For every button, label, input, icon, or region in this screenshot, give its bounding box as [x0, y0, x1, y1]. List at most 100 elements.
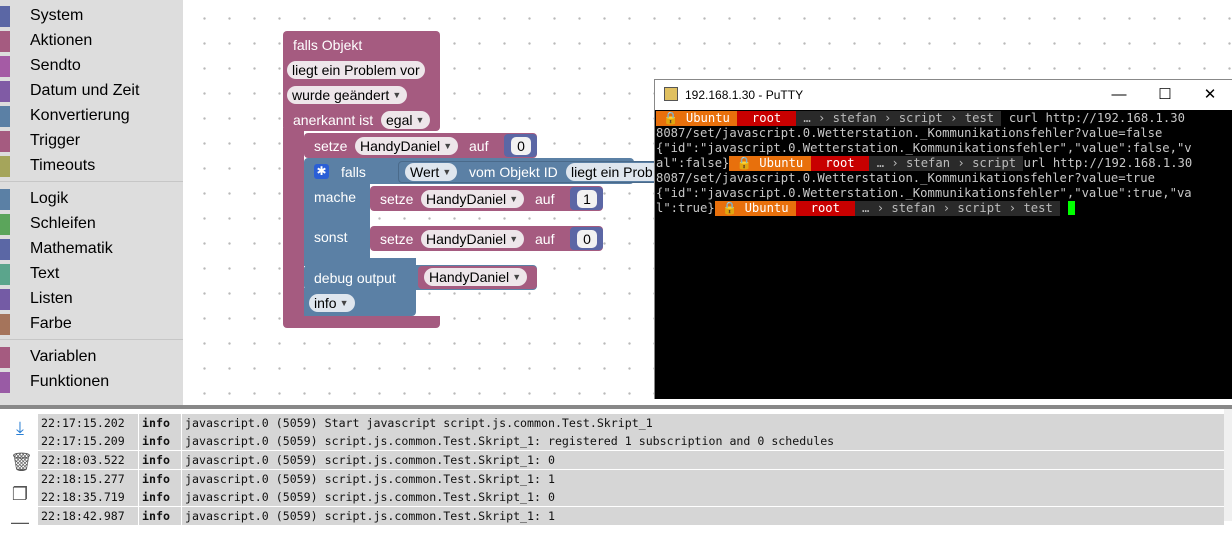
variable-dropdown[interactable]: HandyDaniel ▼: [421, 190, 525, 208]
category-schleifen[interactable]: Schleifen: [0, 212, 183, 237]
category-label: Sendto: [30, 57, 81, 74]
variable-dropdown[interactable]: HandyDaniel ▼: [424, 268, 528, 286]
category-trigger[interactable]: Trigger: [0, 129, 183, 154]
prompt-os-segment: 🔒 Ubuntu: [729, 156, 811, 171]
trash-icon[interactable]: 🗑: [10, 451, 33, 473]
copy-icon[interactable]: ❐: [10, 483, 30, 505]
variable-dropdown[interactable]: HandyDaniel ▼: [355, 137, 459, 155]
scroll-down-icon[interactable]: ⤓: [10, 417, 30, 439]
category-color-swatch: [0, 131, 10, 152]
terminal-output-text: l":true}: [656, 201, 715, 215]
chevron-down-icon: ▼: [512, 272, 522, 282]
log-row: 22:18:15.277 info javascript.0 (5059) scri…: [38, 470, 1224, 488]
log-source: javascript.0 (5059): [185, 416, 318, 430]
prompt-dir: test: [964, 111, 995, 125]
log-row: 22:18:42.987 info javascript.0 (5059) scri…: [38, 507, 1224, 525]
variable-dropdown[interactable]: HandyDaniel ▼: [421, 230, 525, 248]
category-system[interactable]: System: [0, 4, 183, 29]
category-label: Funktionen: [30, 373, 110, 390]
category-datum-und-zeit[interactable]: Datum und Zeit: [0, 79, 183, 104]
minimize-icon[interactable]: —: [1096, 80, 1142, 110]
chevron-down-icon: ▼: [392, 90, 402, 100]
putty-titlebar[interactable]: 192.168.1.30 - PuTTY — ☐ ✕: [655, 80, 1232, 110]
log-message: Start javascript script.js.common.Test.S…: [324, 416, 653, 430]
terminal-output-text: al":false}: [656, 156, 730, 170]
prompt-dir: script: [898, 111, 943, 125]
log-scrollbar[interactable]: [1224, 409, 1232, 521]
category-color-swatch: [0, 347, 10, 368]
value-dropdown[interactable]: Wert ▼: [405, 163, 458, 181]
category-label: Aktionen: [30, 32, 93, 49]
prompt-user-segment: root: [795, 201, 855, 216]
log-level: info: [139, 414, 181, 432]
trigger-condition-dropdown[interactable]: liegt ein Problem vor: [287, 61, 425, 79]
prompt-path-segment: … › stefan › script › test: [795, 111, 1002, 126]
log-level: info: [139, 432, 181, 450]
prompt-user-segment: root: [810, 156, 870, 171]
category-color-swatch: [0, 106, 10, 127]
trigger-condition-text: liegt ein Problem vor: [292, 62, 420, 78]
prompt-path-segment: … › stefan › script: [869, 156, 1024, 171]
number-value[interactable]: 1: [577, 190, 597, 208]
log-source: javascript.0 (5059): [185, 453, 318, 467]
category-label: Trigger: [30, 132, 81, 149]
log-toolbar: ⤓ 🗑 ❐ —: [0, 409, 38, 532]
terminal-output[interactable]: 🔒 Ubuntu root … › stefan › script › test…: [656, 111, 1232, 399]
category-farbe[interactable]: Farbe: [0, 312, 183, 337]
category-logik[interactable]: Logik: [0, 187, 183, 212]
category-aktionen[interactable]: Aktionen: [0, 29, 183, 54]
log-message: script.js.common.Test.Skript_1: 1: [324, 472, 555, 486]
ack-dropdown[interactable]: egal ▼: [381, 111, 431, 129]
log-level: info: [139, 451, 181, 469]
prompt-os: Ubuntu: [759, 156, 804, 170]
chevron-down-icon: ▼: [509, 234, 519, 244]
close-icon[interactable]: ✕: [1187, 80, 1232, 110]
prompt-path-segment: … › stefan › script › test: [854, 201, 1061, 216]
set-label: setze: [380, 191, 414, 207]
log-source: javascript.0 (5059): [185, 472, 318, 486]
prompt-dir: script: [957, 201, 1002, 215]
category-listen[interactable]: Listen: [0, 287, 183, 312]
category-variablen[interactable]: Variablen: [0, 345, 183, 370]
log-row: 22:17:15.202 info javascript.0 (5059) Star…: [38, 414, 1224, 432]
category-text[interactable]: Text: [0, 262, 183, 287]
prompt-dir: stefan: [832, 111, 877, 125]
terminal-line: al":false} 🔒 Ubuntu root … › stefan › sc…: [656, 156, 1232, 171]
category-label: Farbe: [30, 315, 72, 332]
number-value[interactable]: 0: [577, 230, 597, 248]
maximize-icon[interactable]: ☐: [1142, 80, 1188, 110]
category-konvertierung[interactable]: Konvertierung: [0, 104, 183, 129]
auf-label: auf: [535, 231, 555, 247]
log-row: 22:18:03.522 info javascript.0 (5059) scri…: [38, 451, 1224, 469]
category-label: Mathematik: [30, 240, 113, 257]
log-message: script.js.common.Test.Skript_1: register…: [324, 434, 835, 448]
category-color-swatch: [0, 189, 10, 210]
gear-icon[interactable]: ✱: [314, 164, 329, 179]
log-source: javascript.0 (5059): [185, 490, 318, 504]
chevron-down-icon: ▼: [442, 167, 452, 177]
category-timeouts[interactable]: Timeouts: [0, 154, 183, 179]
putty-window[interactable]: 192.168.1.30 - PuTTY — ☐ ✕ 🔒 Ubuntu root…: [654, 79, 1232, 399]
category-funktionen[interactable]: Funktionen: [0, 370, 183, 395]
trigger-change-dropdown[interactable]: wurde geändert ▼: [287, 86, 408, 104]
prompt-user: root: [825, 156, 855, 170]
category-mathematik[interactable]: Mathematik: [0, 237, 183, 262]
from-object-label: vom Objekt ID: [469, 164, 558, 180]
log-source-message: javascript.0 (5059) script.js.common.Tes…: [182, 470, 1224, 488]
prompt-os: Ubuntu: [685, 111, 730, 125]
prompt-os: Ubuntu: [744, 201, 789, 215]
collapse-icon[interactable]: —: [10, 511, 30, 533]
terminal-line: 🔒 Ubuntu root … › stefan › script › test…: [656, 111, 1232, 126]
log-time: 22:18:15.277: [38, 470, 138, 488]
terminal-line: 8087/set/javascript.0.Wetterstation._Kom…: [656, 126, 1163, 140]
object-id-field[interactable]: liegt ein Prob: [566, 163, 663, 181]
toolbox-separator: [0, 181, 183, 182]
log-level-text: info: [314, 295, 337, 311]
trigger-block-side: [283, 128, 304, 320]
log-panel-splitter[interactable]: [0, 405, 1232, 409]
prompt-user: root: [810, 201, 840, 215]
number-value[interactable]: 0: [511, 137, 531, 155]
category-sendto[interactable]: Sendto: [0, 54, 183, 79]
category-label: Logik: [30, 190, 69, 207]
log-level-dropdown[interactable]: info ▼: [309, 294, 355, 312]
